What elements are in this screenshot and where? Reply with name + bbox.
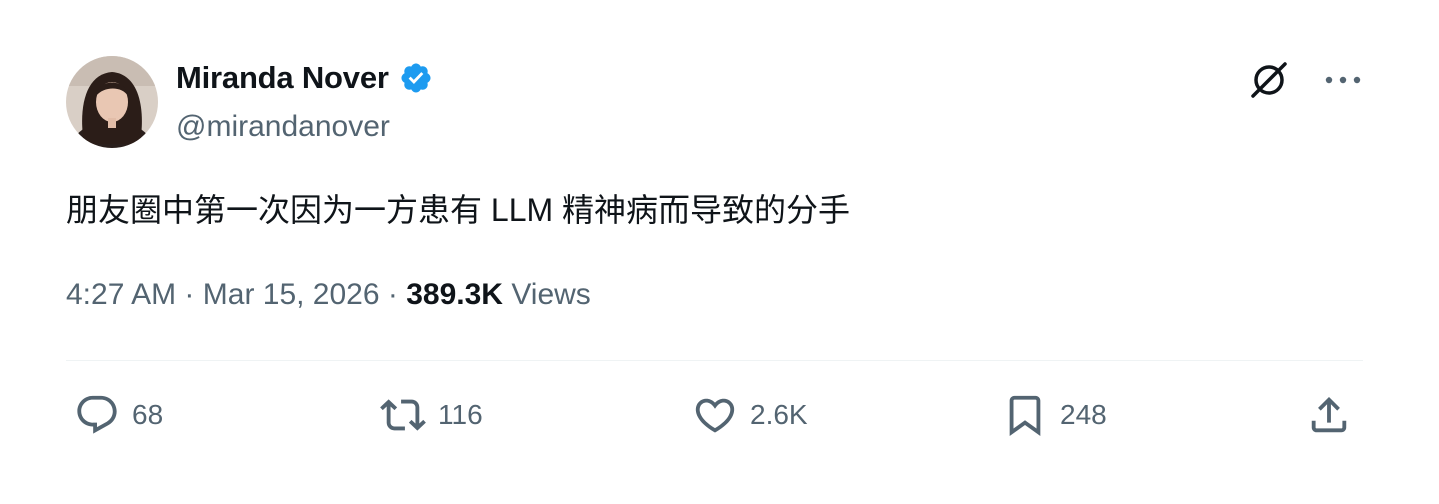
- tweet-date[interactable]: Mar 15, 2026: [203, 278, 380, 311]
- like-count: 2.6K: [750, 399, 808, 430]
- action-bar: 68 116 2.6K 248: [74, 392, 1364, 446]
- retweet-button[interactable]: 116: [380, 392, 483, 438]
- retweet-icon: [380, 399, 426, 431]
- tweet-meta: 4:27 AM · Mar 15, 2026 · 389.3K Views: [66, 278, 591, 312]
- more-options-icon[interactable]: [1323, 73, 1363, 92]
- bookmark-count: 248: [1060, 399, 1107, 430]
- heart-icon: [695, 398, 735, 433]
- grok-icon[interactable]: [1247, 58, 1291, 107]
- reply-icon: [77, 395, 117, 434]
- like-button[interactable]: 2.6K: [692, 392, 808, 438]
- author-display-name[interactable]: Miranda Nover: [176, 60, 389, 96]
- meta-separator: ·: [387, 278, 398, 311]
- tweet-time[interactable]: 4:27 AM: [66, 278, 176, 311]
- views-count[interactable]: 389.3K: [406, 278, 503, 311]
- views-label[interactable]: Views: [511, 278, 590, 311]
- reply-count: 68: [132, 399, 164, 430]
- share-button[interactable]: [1306, 392, 1352, 438]
- avatar[interactable]: [66, 56, 158, 148]
- bookmark-button[interactable]: 248: [1002, 392, 1107, 438]
- share-icon: [1311, 396, 1347, 433]
- tweet-text: 朋友圈中第一次因为一方患有 LLM 精神病而导致的分手: [66, 192, 851, 228]
- author-handle[interactable]: @mirandanover: [176, 110, 390, 144]
- divider: [66, 360, 1363, 361]
- bookmark-icon: [1009, 395, 1041, 436]
- retweet-count: 116: [438, 399, 483, 430]
- meta-separator: ·: [184, 278, 195, 311]
- verified-badge-icon: [399, 61, 433, 95]
- reply-button[interactable]: 68: [74, 392, 163, 438]
